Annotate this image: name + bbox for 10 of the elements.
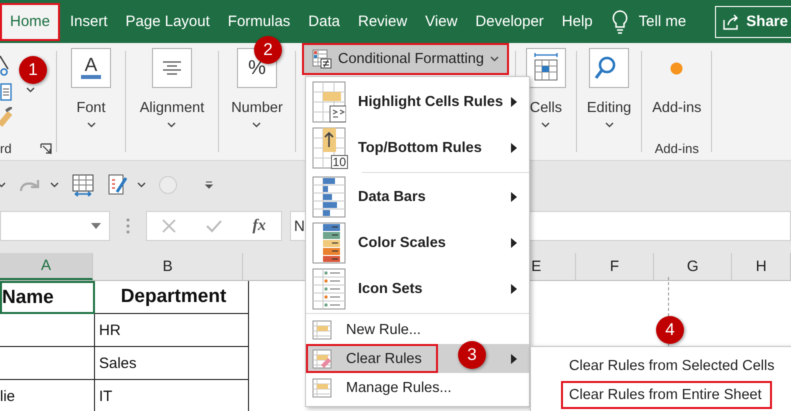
table-cell: Department	[95, 281, 249, 314]
top-bottom-icon: 10	[312, 127, 346, 169]
table-cell: Name	[0, 281, 95, 314]
group-label: rd	[0, 141, 12, 156]
highlight-frame: Clear Rules	[306, 344, 438, 373]
group-label: Add-ins	[654, 141, 699, 156]
table-cell: lie	[0, 380, 95, 411]
table-cell: Sales	[95, 347, 249, 380]
table-cell: HR	[95, 314, 249, 347]
table-cell: IT	[95, 380, 249, 411]
